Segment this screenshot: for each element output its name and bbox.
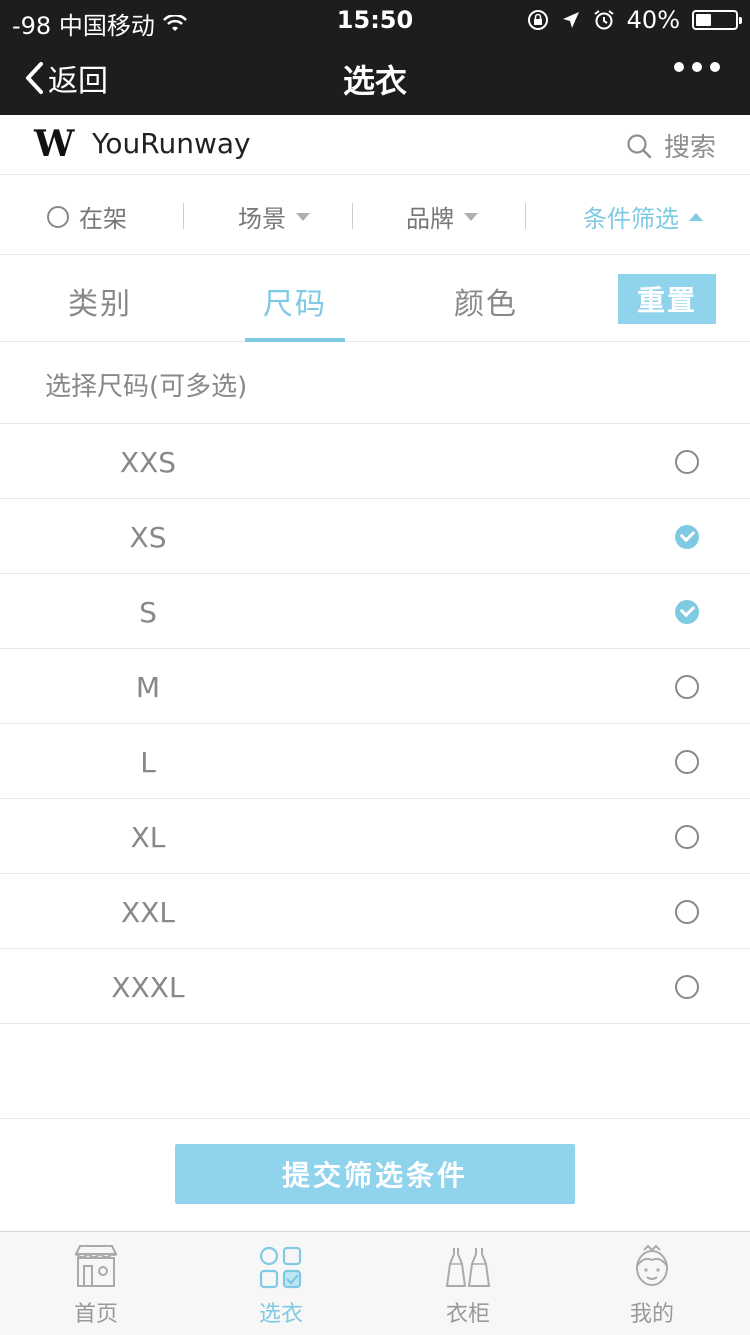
- conditions-label: 条件筛选: [583, 205, 679, 233]
- caret-up-icon: [689, 212, 703, 221]
- tab-category[interactable]: 类别: [50, 279, 150, 323]
- scene-dropdown[interactable]: 场景: [238, 199, 310, 234]
- page-title: 选衣: [342, 62, 407, 100]
- on-shelf-toggle[interactable]: 在架: [47, 199, 127, 234]
- size-checkbox[interactable]: [675, 900, 699, 924]
- size-row-m[interactable]: M: [0, 649, 750, 724]
- battery-level: [696, 14, 712, 26]
- filter-bar: 在架 场景 品牌 条件筛选: [0, 175, 750, 255]
- conditions-filter-dropdown[interactable]: 条件筛选: [583, 199, 703, 234]
- radio-circle-icon: [47, 205, 69, 228]
- size-list: XXS XS S M L XL XXL XXXL: [0, 424, 750, 1024]
- brand-bar: W YouRunway 搜索: [0, 115, 750, 175]
- brand-name: YouRunway: [92, 127, 251, 160]
- tab-wardrobe[interactable]: 衣柜: [408, 1244, 528, 1328]
- tab-size[interactable]: 尺码: [245, 279, 345, 323]
- reset-button[interactable]: 重置: [618, 274, 716, 324]
- size-row-xxs[interactable]: XXS: [0, 424, 750, 499]
- size-label: XXXL: [111, 971, 185, 1004]
- alarm-icon: [594, 10, 614, 30]
- on-shelf-label: 在架: [79, 205, 127, 233]
- size-label: XXL: [121, 896, 175, 929]
- submit-filter-button[interactable]: 提交筛选条件: [175, 1144, 575, 1204]
- size-row-l[interactable]: L: [0, 724, 750, 799]
- divider: [525, 203, 526, 229]
- size-row-xxl[interactable]: XXL: [0, 874, 750, 949]
- battery-icon: [692, 10, 742, 30]
- tab-home[interactable]: 首页: [36, 1244, 156, 1328]
- navigation-bar: 返回 选衣: [0, 40, 750, 115]
- profile-icon: [636, 1244, 668, 1286]
- size-row-s[interactable]: S: [0, 574, 750, 649]
- tab-label: 我的: [629, 1302, 674, 1327]
- rotation-lock-icon: [527, 10, 548, 30]
- location-icon: [562, 12, 579, 28]
- size-checkbox[interactable]: [675, 525, 699, 549]
- battery-percent: 40%: [626, 6, 680, 34]
- tab-label: 衣柜: [445, 1302, 490, 1327]
- size-row-xs[interactable]: XS: [0, 499, 750, 574]
- status-bar: -98 中国移动 15:50 40%: [0, 0, 750, 40]
- size-checkbox[interactable]: [675, 975, 699, 999]
- yourunway-logo[interactable]: W: [34, 123, 74, 165]
- size-row-xl[interactable]: XL: [0, 799, 750, 874]
- scene-label: 场景: [238, 205, 286, 233]
- size-checkbox[interactable]: [675, 675, 699, 699]
- size-label: XXS: [119, 446, 177, 479]
- size-checkbox[interactable]: [675, 600, 699, 624]
- size-checkbox[interactable]: [675, 450, 699, 474]
- wardrobe-icon: [445, 1248, 491, 1287]
- tab-label: 选衣: [258, 1302, 303, 1327]
- caret-down-icon: [464, 212, 478, 221]
- tab-select-clothes[interactable]: 选衣: [221, 1244, 341, 1328]
- size-checkbox[interactable]: [675, 750, 699, 774]
- size-label: L: [140, 746, 156, 779]
- size-label: XL: [130, 821, 166, 854]
- bottom-tab-bar: 首页 选衣 衣柜 我的: [0, 1231, 750, 1335]
- size-label: M: [135, 671, 161, 704]
- search-button[interactable]: 搜索: [626, 127, 716, 164]
- size-row-xxxl[interactable]: XXXL: [0, 949, 750, 1024]
- dot: [710, 62, 720, 72]
- size-label: XS: [129, 521, 167, 554]
- status-icons: 40%: [527, 6, 742, 34]
- caret-down-icon: [296, 212, 310, 221]
- tab-profile[interactable]: 我的: [592, 1244, 712, 1328]
- tab-label: 首页: [73, 1302, 118, 1327]
- submit-area: 提交筛选条件: [0, 1118, 750, 1231]
- tab-color[interactable]: 颜色: [436, 279, 536, 323]
- dot: [692, 62, 702, 72]
- brand-filter-label: 品牌: [406, 205, 454, 233]
- select-clothes-icon: [259, 1246, 302, 1289]
- size-label: S: [139, 596, 157, 629]
- store-icon: [74, 1245, 118, 1287]
- brand-dropdown[interactable]: 品牌: [406, 199, 478, 234]
- category-tabs: 类别 尺码 颜色 重置: [0, 255, 750, 342]
- search-label: 搜索: [663, 133, 716, 163]
- size-checkbox[interactable]: [675, 825, 699, 849]
- size-section-title: 选择尺码(可多选): [45, 372, 248, 402]
- search-icon: [627, 133, 652, 158]
- dot: [674, 62, 684, 72]
- size-section-header: 选择尺码(可多选): [0, 342, 750, 424]
- divider: [183, 203, 184, 229]
- more-dots-icon[interactable]: [674, 62, 720, 72]
- divider: [352, 203, 353, 229]
